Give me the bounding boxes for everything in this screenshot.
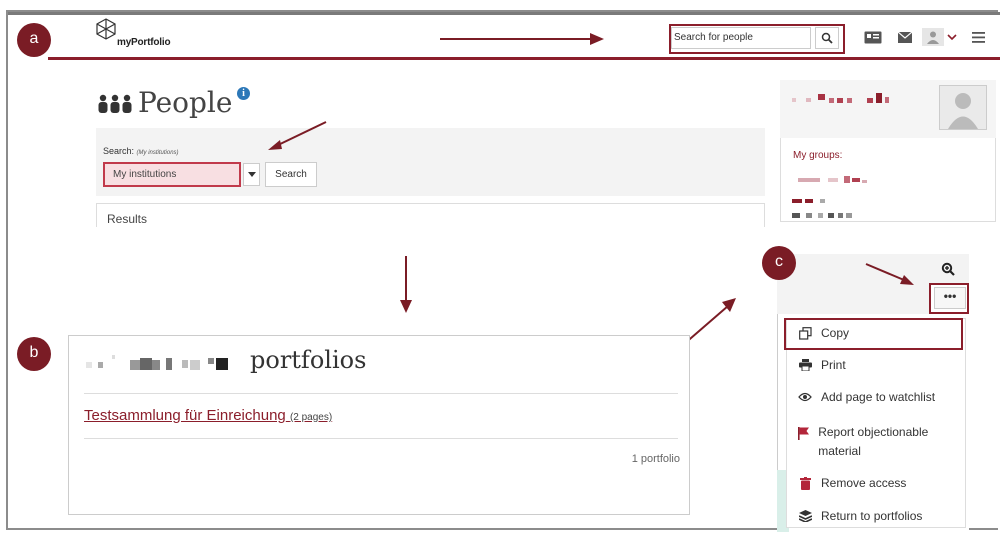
hamburger-menu-icon[interactable] [970, 28, 986, 46]
portfolio-count: 1 portfolio [631, 453, 680, 465]
search-label: Search: (My institutions) [103, 146, 179, 156]
flag-icon [797, 426, 810, 440]
menu-item-label: Return to portfolios [821, 509, 923, 523]
search-icon [821, 32, 833, 44]
copy-icon [797, 326, 813, 340]
annotation-label-b: b [17, 337, 51, 371]
people-icon [98, 94, 132, 113]
portfolio-name[interactable]: Testsammlung für Einreichung [84, 407, 286, 424]
trash-icon [797, 476, 813, 490]
menu-item-label: Report objectionable material [818, 425, 929, 458]
annotation-arrow-select [268, 121, 327, 150]
menu-item-remove-access[interactable]: Remove access [797, 476, 906, 490]
print-icon [797, 358, 813, 372]
menu-item-return[interactable]: Return to portfolios [797, 509, 922, 523]
portfolio-page-count: (2 pages) [289, 412, 333, 423]
search-label-text: Search: [103, 146, 135, 156]
menu-item-watchlist[interactable]: Add page to watchlist [797, 390, 935, 404]
eye-icon [797, 390, 813, 404]
menu-item-label: Print [821, 358, 846, 372]
caret-down-icon[interactable] [243, 163, 260, 186]
user-avatar-button[interactable] [922, 28, 944, 46]
avatar[interactable] [939, 85, 987, 130]
navbar-accent-line [48, 57, 1000, 60]
annotation-label-c: c [762, 246, 796, 280]
my-groups-label: My groups: [793, 150, 843, 161]
people-search-input[interactable]: Search for people [671, 27, 811, 49]
search-scope-hint: (My institutions) [136, 150, 179, 156]
menu-item-label: Add page to watchlist [821, 390, 936, 404]
menu-item-report[interactable]: Report objectionable material [797, 423, 947, 461]
zoom-in-icon[interactable] [937, 258, 959, 280]
annotation-arrow-more [865, 263, 914, 285]
logo-cube-icon[interactable] [95, 18, 117, 40]
divider [84, 438, 678, 439]
search-button[interactable] [815, 27, 839, 49]
chevron-down-icon[interactable] [946, 28, 958, 46]
page-title: People [138, 86, 233, 119]
annotation-label-a: a [17, 23, 51, 57]
info-icon[interactable]: i [237, 87, 250, 100]
menu-item-label: Copy [821, 326, 850, 340]
menu-item-copy[interactable]: Copy [797, 326, 849, 340]
portfolios-title: portfolios [250, 346, 367, 374]
stack-icon [797, 509, 813, 523]
blurred-username [792, 92, 902, 104]
annotation-arrow-a [440, 33, 604, 45]
menu-item-label: Remove access [821, 476, 907, 490]
blurred-group-list [792, 172, 882, 220]
user-icon [927, 31, 939, 44]
divider [84, 393, 678, 394]
mail-icon[interactable] [896, 28, 914, 46]
institution-scope-select[interactable]: My institutions [103, 162, 241, 187]
search-submit-button[interactable]: Search [265, 162, 317, 187]
results-heading: Results [96, 203, 765, 227]
blurred-owner-name [86, 352, 242, 374]
logo-text[interactable]: myPortfolio [117, 37, 171, 48]
menu-item-print[interactable]: Print [797, 358, 846, 372]
more-options-button[interactable]: ••• [934, 287, 966, 309]
card-icon[interactable] [862, 28, 884, 46]
annotation-arrow-down [400, 256, 412, 313]
portfolio-link[interactable]: Testsammlung für Einreichung (2 pages) [84, 407, 332, 424]
